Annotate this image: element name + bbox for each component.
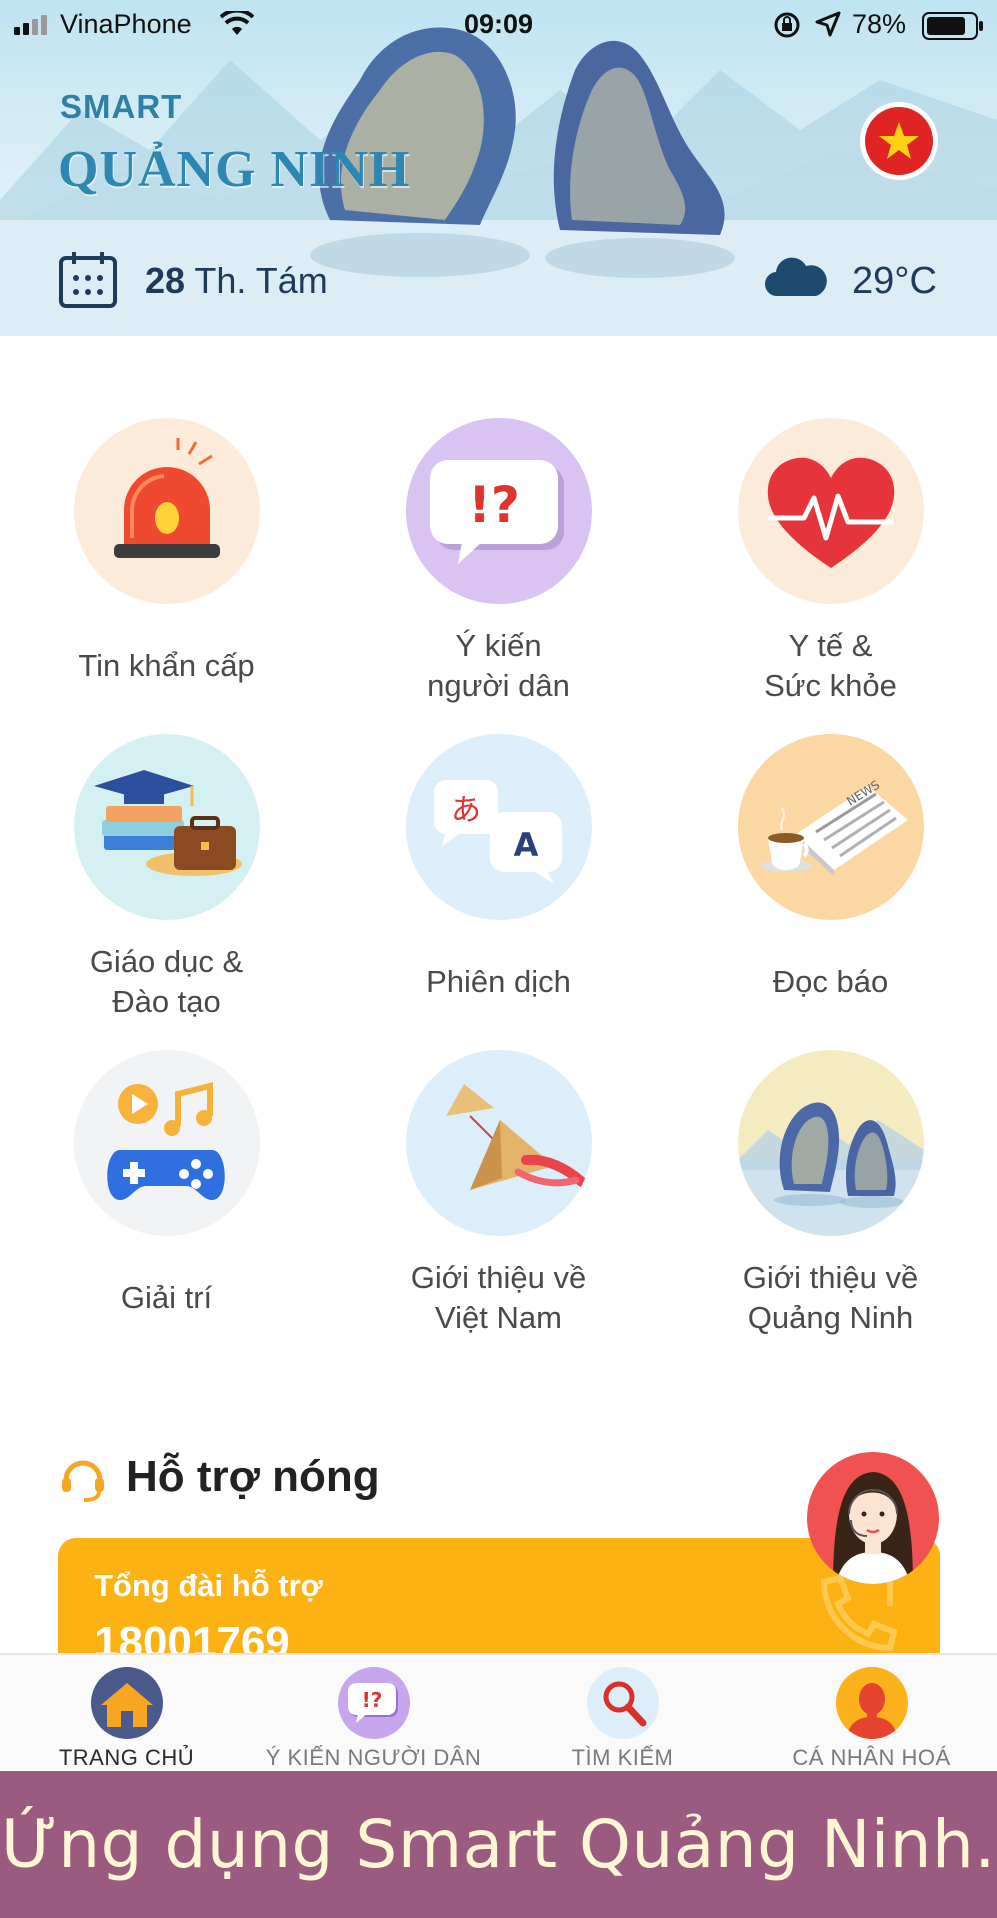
date-day: 28 [145, 260, 186, 301]
status-time: 09:09 [463, 9, 534, 39]
newspaper-icon: NEWS [737, 734, 924, 920]
hotline-number: 18001769 [94, 1618, 290, 1658]
brand-smart: SMART [60, 88, 183, 125]
grid-item-newspaper[interactable]: NEWS Đọc báo [664, 734, 997, 999]
grid-item-emergency[interactable]: Tin khẩn cấp [0, 418, 333, 683]
grid-label: Giới thiệu về Quảng Ninh [742, 1260, 919, 1335]
svg-text:!?: !? [468, 476, 520, 534]
header-banner: VinaPhone 09:09 78% SMART QUẢNG NINH 28 … [0, 0, 997, 336]
headset-icon [62, 1460, 104, 1502]
grid-item-about-quang-ninh[interactable]: Giới thiệu về Quảng Ninh [664, 1050, 997, 1335]
hot-support-title: Hỗ trợ nóng [126, 1452, 380, 1501]
cloud-icon [764, 257, 827, 297]
nav-label: CÁ NHÂN HOÁ [792, 1745, 951, 1770]
battery-icon [922, 12, 983, 40]
location-arrow-icon [815, 11, 841, 37]
vietnam-flag-icon[interactable] [858, 100, 940, 182]
nav-tab-search[interactable]: TÌM KIẾM [498, 1655, 747, 1773]
hotline-label: Tổng đài hỗ trợ [94, 1568, 323, 1603]
caption-banner: Ứng dụng Smart Quảng Ninh. [0, 1771, 997, 1918]
gamepad-music-icon [73, 1050, 260, 1236]
nav-tab-home[interactable]: TRANG CHỦ [2, 1655, 251, 1773]
halong-rocks-icon [737, 1050, 924, 1236]
feedback-icon: !? [337, 1667, 410, 1739]
profile-icon [835, 1667, 908, 1739]
temperature: 29°C [852, 260, 937, 302]
grid-item-health[interactable]: Y tế & Sức khỏe [664, 418, 997, 703]
translate-icon: あ A [405, 734, 592, 920]
battery-percent: 78% [852, 9, 907, 39]
feedback-bubble-icon: !? [405, 418, 592, 604]
current-date: 28 Th. Tám [145, 260, 328, 302]
grid-label: Đọc báo [772, 964, 889, 999]
grid-label: Giới thiệu về Việt Nam [410, 1260, 587, 1335]
calendar-icon [59, 252, 117, 308]
education-icon [73, 734, 260, 920]
grid-label: Giáo dục & Đào tạo [89, 944, 244, 1019]
status-bar: VinaPhone 09:09 78% [0, 0, 997, 50]
nav-label: TRANG CHỦ [58, 1745, 195, 1770]
grid-label: Giải trí [120, 1280, 213, 1315]
grid-label: Y tế & Sức khỏe [764, 628, 897, 703]
date-month: Th. Tám [194, 260, 328, 301]
orientation-lock-icon [774, 12, 800, 38]
brand-quang-ninh: QUẢNG NINH [58, 141, 411, 198]
bottom-navigation: TRANG CHỦ !? Ý KIẾN NGƯỜI DÂN TÌM KIẾM C… [0, 1653, 997, 1771]
grid-item-education[interactable]: Giáo dục & Đào tạo [0, 734, 333, 1019]
grid-label: Tin khẩn cấp [78, 648, 255, 683]
nav-label: TÌM KIẾM [571, 1745, 674, 1770]
conical-hat-icon [405, 1050, 592, 1236]
grid-item-entertainment[interactable]: Giải trí [0, 1050, 333, 1315]
search-icon [586, 1667, 659, 1739]
nav-tab-profile[interactable]: CÁ NHÂN HOÁ [747, 1655, 996, 1773]
svg-text:あ: あ [451, 793, 481, 828]
grid-item-translation[interactable]: あ A Phiên dịch [332, 734, 665, 999]
grid-item-about-vietnam[interactable]: Giới thiệu về Việt Nam [332, 1050, 665, 1335]
grid-label: Ý kiến người dân [427, 628, 570, 703]
nav-tab-feedback[interactable]: !? Ý KIẾN NGƯỜI DÂN [249, 1655, 498, 1773]
grid-item-citizen-feedback[interactable]: !? Ý kiến người dân [332, 418, 665, 703]
siren-icon [73, 418, 260, 604]
home-icon [90, 1667, 163, 1739]
grid-label: Phiên dịch [426, 964, 571, 999]
support-agent-avatar[interactable] [805, 1450, 941, 1586]
heart-pulse-icon [737, 418, 924, 604]
svg-text:!?: !? [361, 1688, 382, 1712]
nav-label: Ý KIẾN NGƯỜI DÂN [265, 1745, 482, 1770]
svg-text:A: A [513, 826, 538, 864]
